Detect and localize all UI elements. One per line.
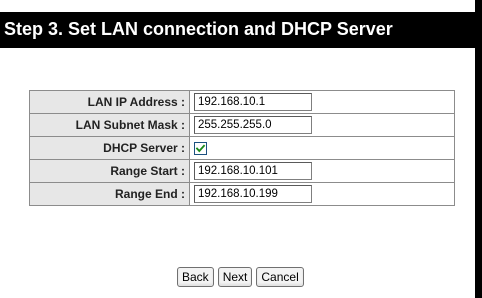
- subnet-mask-label: LAN Subnet Mask :: [29, 113, 190, 137]
- table-row-subnet-mask: LAN Subnet Mask :: [29, 113, 455, 137]
- table-row-lan-ip: LAN IP Address :: [29, 90, 455, 114]
- table-row-range-start: Range Start :: [29, 159, 455, 183]
- lan-ip-label: LAN IP Address :: [29, 90, 190, 114]
- dhcp-server-checkbox[interactable]: [194, 142, 207, 156]
- wizard-panel: Step 3. Set LAN connection and DHCP Serv…: [0, 0, 475, 298]
- subnet-mask-input[interactable]: [194, 116, 312, 134]
- lan-settings-table: LAN IP Address : LAN Subnet Mask : DHCP …: [29, 90, 455, 206]
- window-edge: [475, 0, 482, 298]
- table-row-dhcp-server: DHCP Server :: [29, 136, 455, 160]
- dhcp-server-cell: [189, 136, 455, 160]
- range-start-label: Range Start :: [29, 159, 190, 183]
- next-button[interactable]: Next: [217, 267, 253, 287]
- back-button[interactable]: Back: [177, 267, 214, 287]
- range-end-label: Range End :: [29, 182, 190, 206]
- subnet-mask-cell: [189, 113, 455, 137]
- title-bar: Step 3. Set LAN connection and DHCP Serv…: [0, 12, 475, 48]
- table-row-range-end: Range End :: [29, 182, 455, 206]
- checkmark-icon: [195, 144, 206, 153]
- lan-ip-input[interactable]: [194, 93, 312, 111]
- range-end-input[interactable]: [194, 185, 312, 203]
- dhcp-server-label: DHCP Server :: [29, 136, 190, 160]
- lan-ip-cell: [189, 90, 455, 114]
- cancel-button[interactable]: Cancel: [256, 267, 304, 287]
- page-title: Step 3. Set LAN connection and DHCP Serv…: [4, 19, 393, 39]
- button-group: Back Next Cancel: [177, 267, 304, 287]
- range-start-input[interactable]: [194, 162, 312, 180]
- range-end-cell: [189, 182, 455, 206]
- range-start-cell: [189, 159, 455, 183]
